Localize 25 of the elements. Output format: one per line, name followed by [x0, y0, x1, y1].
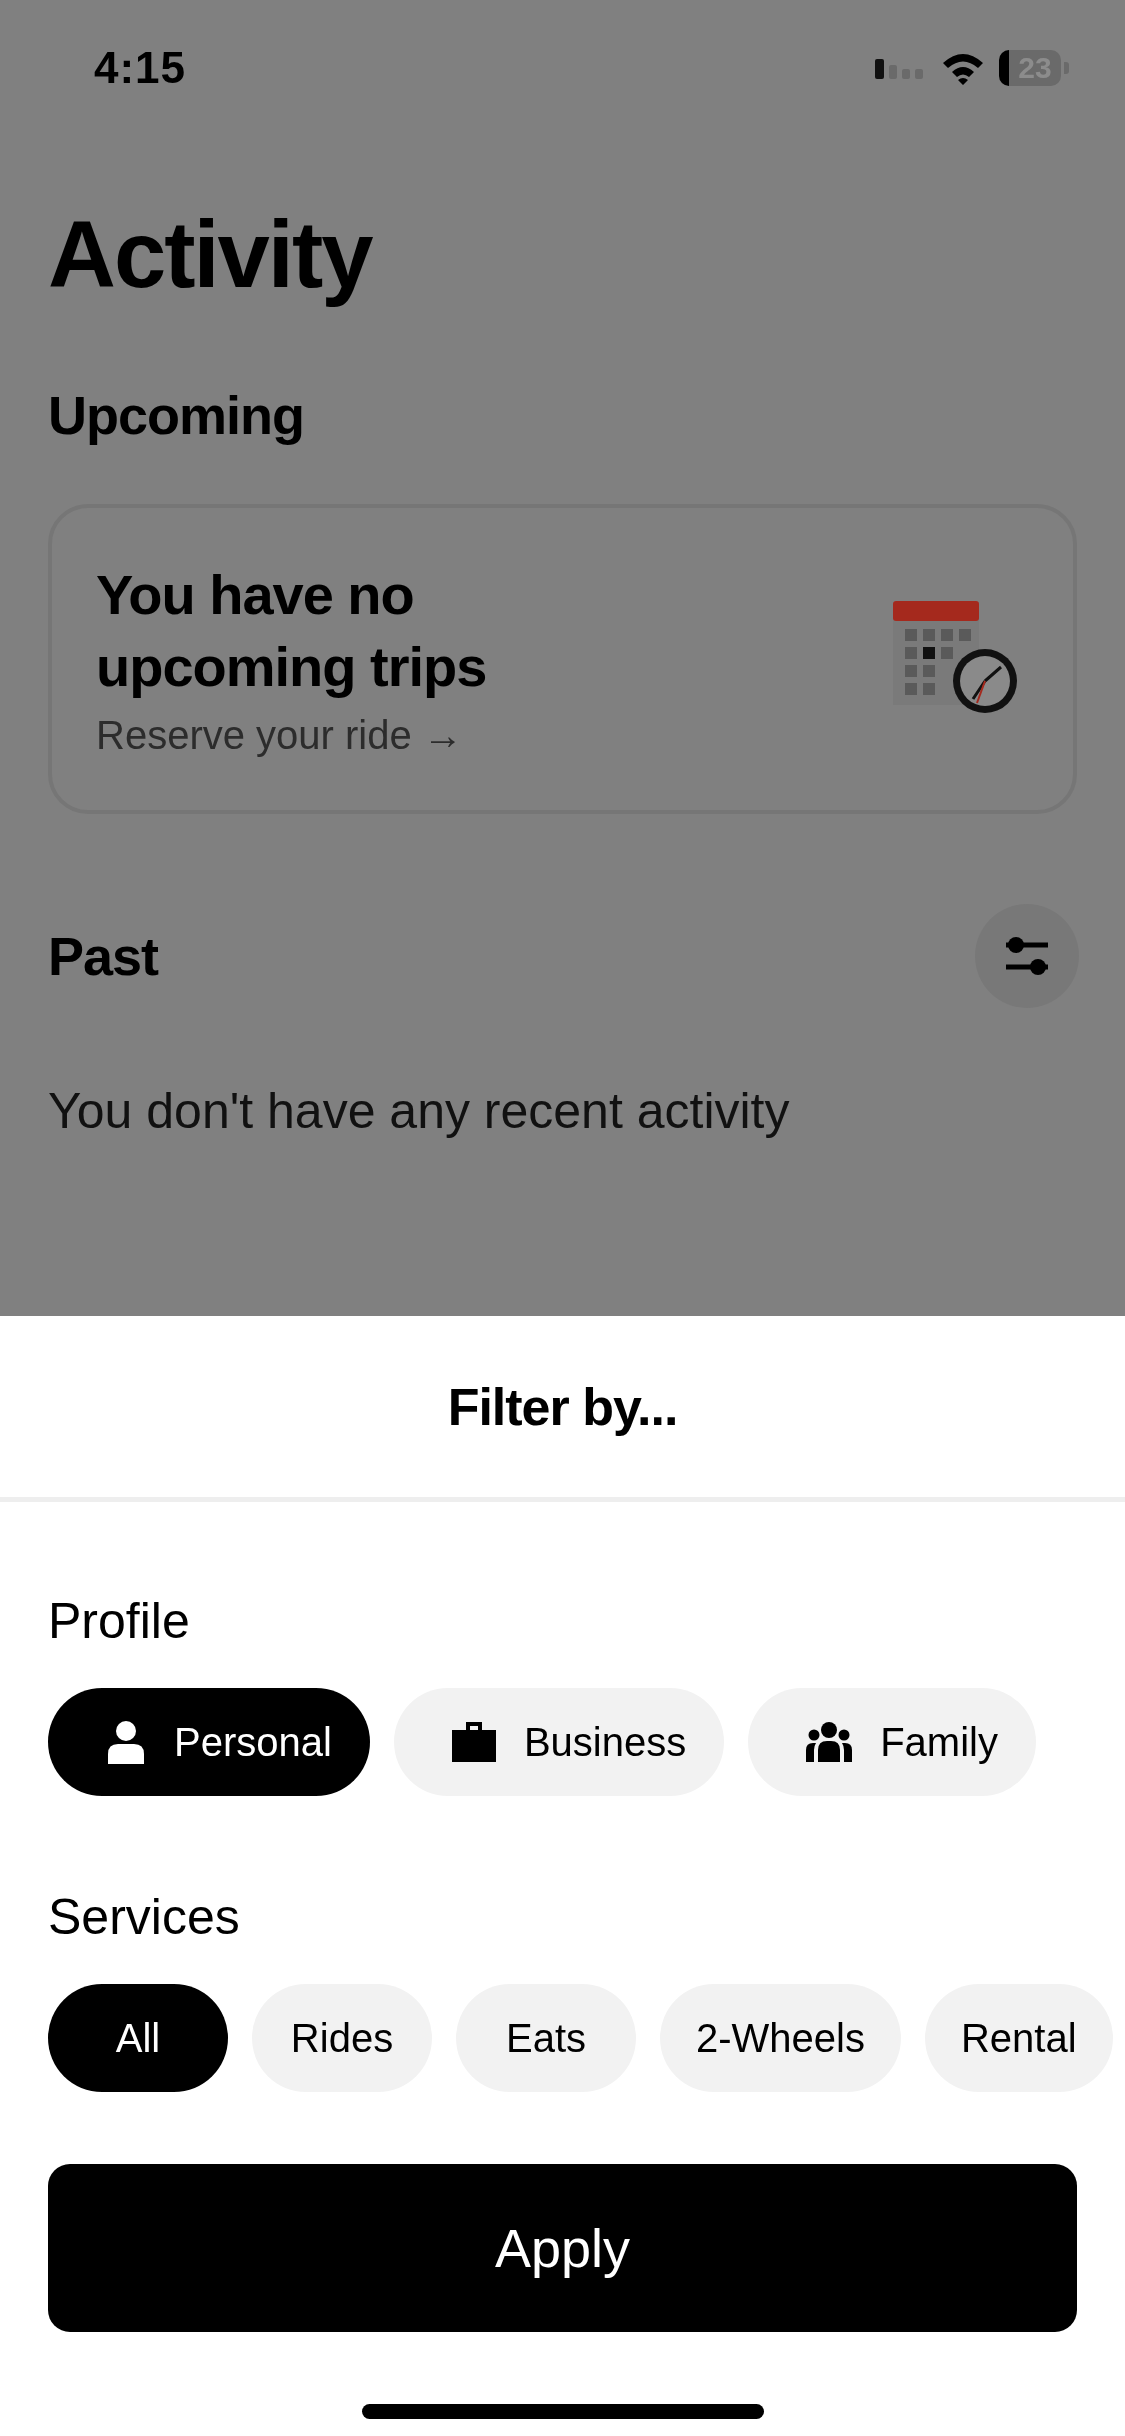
apply-button[interactable]: Apply: [48, 2164, 1077, 2332]
person-icon: [106, 1720, 146, 1764]
filter-chip[interactable]: Rental: [924, 1984, 1113, 2092]
page-title: Activity: [48, 201, 372, 309]
briefcase-icon: [451, 1722, 496, 1762]
filter-chip[interactable]: All: [48, 1984, 228, 2092]
filter-chip[interactable]: Family: [748, 1688, 1036, 1796]
section-heading: Profile: [48, 1596, 191, 1646]
empty-message: You don't have any recent activity: [48, 1081, 791, 1140]
status-time: 4:15: [94, 43, 187, 93]
filter-chip[interactable]: 2-Wheels: [660, 1984, 901, 2092]
card-title: You have no upcoming trips: [96, 562, 488, 700]
filter-chip[interactable]: Business: [393, 1688, 725, 1796]
wifi-icon: [941, 51, 985, 85]
reserve-link[interactable]: Reserve your ride →: [96, 713, 616, 758]
section-heading: Past: [48, 924, 159, 987]
section-heading: Services: [48, 1892, 241, 1942]
sheet-title: Filter by...: [0, 1316, 1125, 1502]
filter-chip[interactable]: Rides: [252, 1984, 432, 2092]
filter-chip[interactable]: Personal: [48, 1688, 370, 1796]
group-icon: [806, 1722, 853, 1762]
section-heading: Upcoming: [48, 383, 305, 446]
upcoming-card[interactable]: You have no upcoming trips Reserve your ride →: [48, 503, 1077, 814]
filter-chip[interactable]: Eats: [456, 1984, 636, 2092]
sliders-icon: [1004, 935, 1050, 976]
